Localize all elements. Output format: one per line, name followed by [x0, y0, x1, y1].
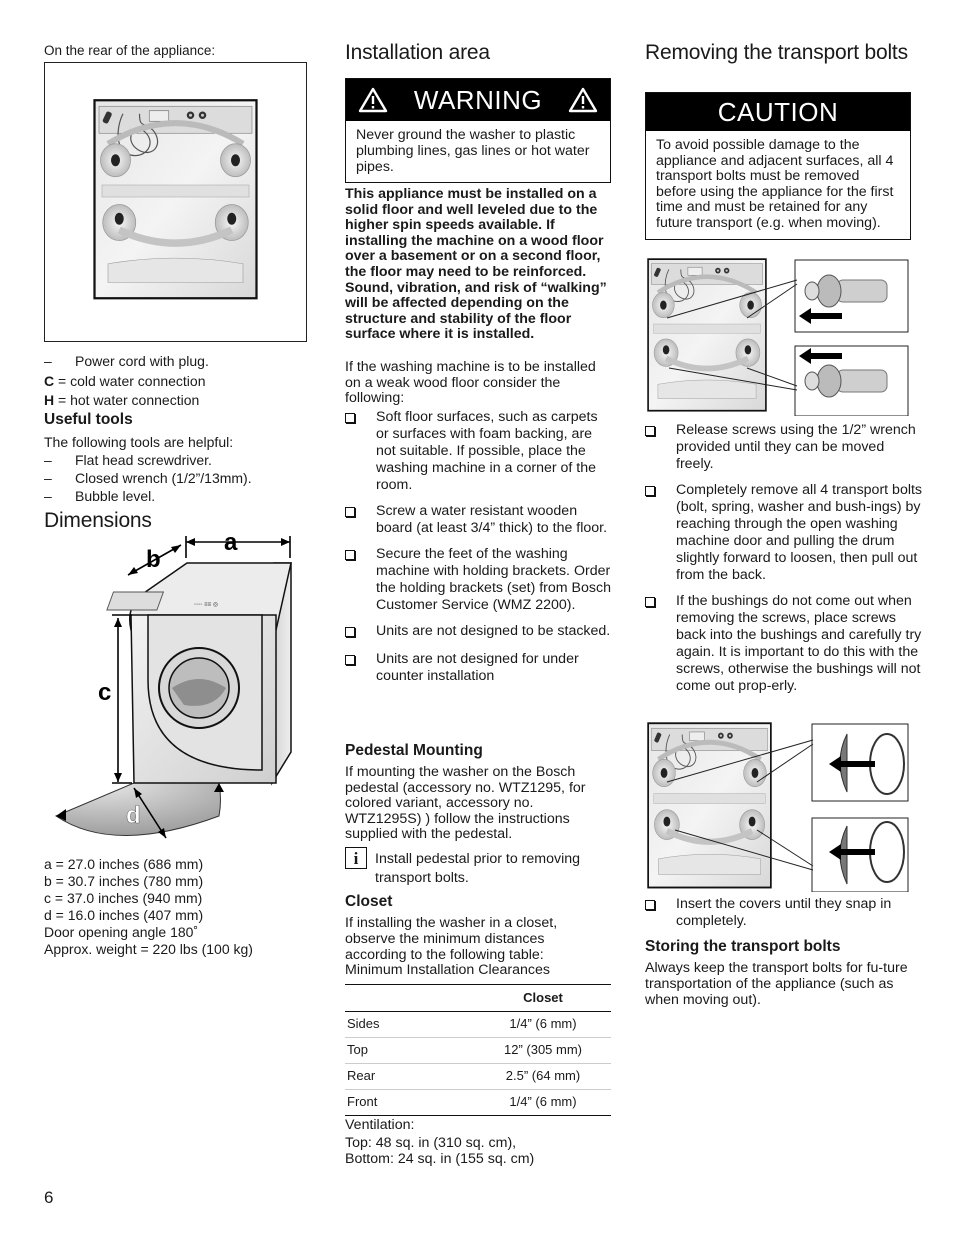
hot-water-legend: H = hot water connection — [44, 391, 200, 408]
warning-header: WARNING — [346, 79, 610, 121]
remove-bolts-figure — [647, 258, 909, 417]
cold-water-legend: C = cold water connection — [44, 373, 206, 390]
floor-requirements-text: This appliance must be installed on a so… — [345, 186, 607, 343]
closet-heading: Closet — [345, 893, 393, 910]
table-header-row: Closet — [345, 985, 611, 1011]
dimension-item: d = 16.0 inches (407 mm) — [44, 907, 204, 923]
checkbox-icon — [345, 627, 355, 637]
warning-text: Never ground the washer to plastic plumb… — [356, 127, 590, 175]
legend-item: – Power cord with plug. — [44, 353, 209, 369]
info-icon: i — [345, 847, 367, 869]
step-item: Release screws using the 1/2” wrench pro… — [645, 422, 923, 473]
dim-label-d: d — [126, 802, 141, 829]
table-header — [345, 985, 475, 1011]
washer-dimensions-illustration: ◦◦◦◦ ≡≡ ◎ a b c d — [54, 529, 292, 839]
insert-covers-steps: Insert the covers until they snap in com… — [645, 896, 923, 939]
checkbox-icon — [345, 413, 355, 423]
checkbox-icon — [345, 655, 355, 665]
warning-box: WARNING Never ground the washer to plast… — [345, 78, 611, 184]
checkbox-icon — [645, 900, 655, 910]
rear-caption: On the rear of the appliance: — [44, 43, 216, 58]
dim-label-a: a — [224, 530, 238, 556]
warning-triangle-icon — [358, 87, 388, 113]
remove-bolts-steps: Release screws using the 1/2” wrench pro… — [645, 422, 923, 704]
tool-item: – Closed wrench (1/2”/13mm). — [44, 470, 252, 487]
remove-bolts-illustration — [647, 258, 909, 417]
caution-box: CAUTION To avoid possible damage to the … — [645, 92, 911, 240]
warning-triangle-icon — [568, 87, 598, 113]
checkbox-icon — [645, 426, 655, 436]
checklist-item: Units are not designed for under counter… — [345, 651, 611, 685]
checklist-item: Secure the feet of the washing machine w… — [345, 546, 611, 614]
dimensions-figure: ◦◦◦◦ ≡≡ ◎ a b c d — [44, 529, 306, 845]
pedestal-mounting-heading: Pedestal Mounting — [345, 742, 483, 759]
checklist-item: Units are not designed to be stacked. — [345, 623, 611, 642]
caution-header: CAUTION — [646, 93, 910, 131]
step-item: If the bushings do not come out when rem… — [645, 593, 923, 695]
washer-rear-illustration — [93, 85, 258, 315]
ventilation-text: Ventilation: Top: 48 sq. in (310 sq. cm)… — [345, 1117, 535, 1167]
dimension-item: a = 27.0 inches (686 mm) — [44, 856, 204, 872]
storing-bolts-text: Always keep the transport bolts for fu-t… — [645, 960, 908, 1008]
clearances-table: Closet Sides 1/4” (6 mm) Top 12” (305 mm… — [345, 984, 611, 1116]
dimension-item: b = 30.7 inches (780 mm) — [44, 873, 204, 889]
step-item: Completely remove all 4 transport bolts … — [645, 482, 923, 584]
weak-floor-intro: If the washing machine is to be installe… — [345, 359, 596, 407]
checklist-item: Soft floor surfaces, such as carpets or … — [345, 409, 611, 494]
caution-title: CAUTION — [717, 96, 839, 127]
useful-tools-intro: The following tools are helpful: — [44, 434, 234, 451]
info-text: Install pedestal prior to removing trans… — [375, 851, 581, 886]
tool-item: – Bubble level. — [44, 488, 156, 505]
warning-title: WARNING — [413, 84, 543, 115]
weak-floor-checklist: Soft floor surfaces, such as carpets or … — [345, 409, 611, 694]
table-row: Top 12” (305 mm) — [345, 1037, 611, 1063]
rear-legend: – Power cord with plug. C = cold water co… — [44, 353, 310, 505]
checkbox-icon — [645, 486, 655, 496]
rear-view-figure — [44, 62, 307, 342]
dim-label-c: c — [98, 679, 111, 706]
door-angle: Door opening angle 180˚ — [44, 924, 199, 940]
tool-item: – Flat head screwdriver. — [44, 451, 212, 468]
insert-covers-illustration — [647, 722, 909, 893]
checklist-item: Screw a water resistant wooden board (at… — [345, 503, 611, 537]
transport-bolts-heading: Removing the transport bolts — [645, 41, 908, 64]
storing-bolts-heading: Storing the transport bolts — [645, 938, 841, 955]
page-number: 6 — [44, 1188, 54, 1207]
dimensions-list: a = 27.0 inches (686 mm) b = 30.7 inches… — [44, 856, 310, 958]
dimensions-heading: Dimensions — [44, 509, 152, 532]
dim-label-b: b — [146, 546, 161, 573]
table-row: Front 1/4” (6 mm) — [347, 1094, 577, 1110]
pedestal-mounting-text: If mounting the washer on the Bosch pede… — [345, 764, 586, 843]
svg-text:◦◦◦◦ ≡≡ ◎: ◦◦◦◦ ≡≡ ◎ — [194, 602, 218, 608]
table-header: Closet — [523, 989, 563, 1005]
insert-covers-figure — [647, 722, 909, 893]
table-row: Sides 1/4” (6 mm) — [345, 1011, 611, 1037]
table-row: Rear 2.5” (64 mm) — [345, 1063, 611, 1089]
info-note: i Install pedestal prior to removing tra… — [345, 847, 611, 888]
installation-area-heading: Installation area — [345, 41, 490, 64]
caution-text: To avoid possible damage to the applianc… — [656, 137, 894, 231]
useful-tools-heading: Useful tools — [44, 411, 133, 429]
checkbox-icon — [345, 550, 355, 560]
dimension-item: c = 37.0 inches (940 mm) — [44, 890, 203, 906]
closet-text: If installing the washer in a closet, ob… — [345, 915, 558, 979]
checkbox-icon — [645, 597, 655, 607]
step-item: Insert the covers until they snap in com… — [645, 896, 923, 930]
checkbox-icon — [345, 507, 355, 517]
weight: Approx. weight = 220 lbs (100 kg) — [44, 941, 253, 957]
